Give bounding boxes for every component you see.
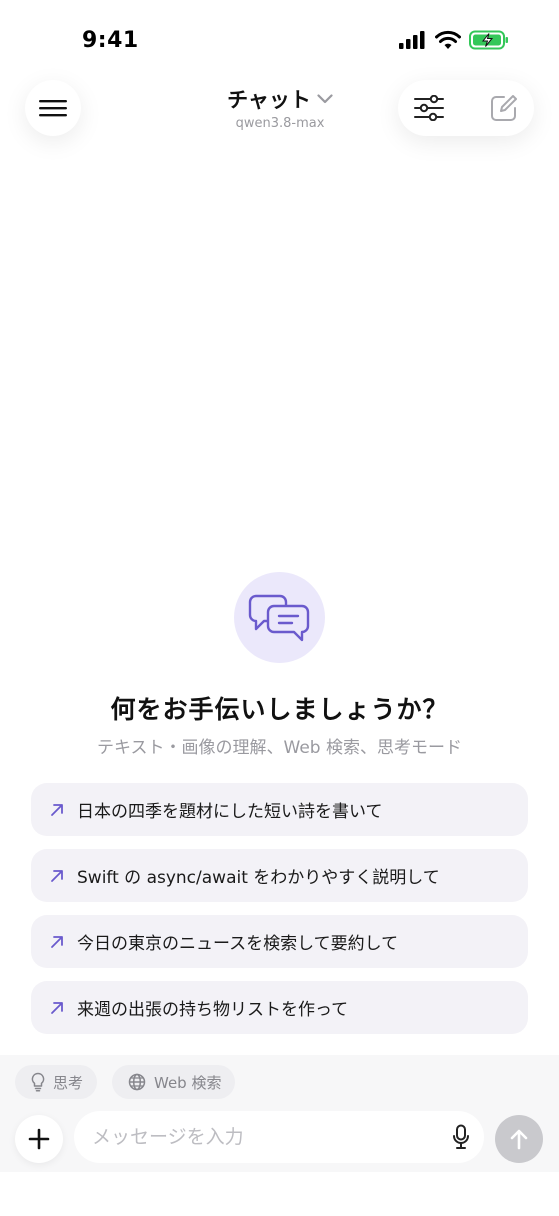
page-title: チャット — [227, 88, 311, 112]
settings-button[interactable] — [414, 95, 444, 121]
arrow-up-right-icon — [51, 935, 63, 948]
arrow-up-icon — [510, 1129, 528, 1150]
suggestion-chip[interactable]: 来週の出張の持ち物リストを作って — [31, 981, 528, 1034]
chat-bubbles-badge — [234, 572, 325, 663]
attach-button[interactable] — [15, 1115, 63, 1163]
chevron-down-icon — [317, 94, 333, 104]
wifi-icon — [435, 30, 461, 49]
model-selector[interactable]: チャット qwen3.8-max — [180, 84, 380, 131]
suggestion-label: 日本の四季を題材にした短い詩を書いて — [77, 802, 383, 822]
thinking-toggle-label: 思考 — [53, 1073, 84, 1092]
suggestion-label: 今日の東京のニュースを検索して要約して — [77, 934, 399, 954]
suggestion-chip[interactable]: 今日の東京のニュースを検索して要約して — [31, 915, 528, 968]
message-input[interactable] — [92, 1126, 452, 1148]
status-bar: 9:41 — [0, 0, 559, 80]
compose-icon — [491, 95, 517, 121]
arrow-up-right-icon — [51, 803, 63, 816]
microphone-icon — [453, 1124, 469, 1149]
model-name: qwen3.8-max — [235, 116, 325, 131]
suggestion-chip[interactable]: Swift の async/await をわかりやすく説明して — [31, 849, 528, 902]
suggestion-label: 来週の出張の持ち物リストを作って — [77, 1000, 349, 1020]
web-search-toggle-label: Web 検索 — [154, 1073, 222, 1092]
send-button[interactable] — [495, 1115, 543, 1163]
sliders-icon — [414, 95, 444, 121]
hamburger-menu-icon — [39, 100, 67, 117]
lightbulb-icon — [31, 1072, 45, 1092]
battery-icon — [469, 30, 508, 50]
suggestion-list: 日本の四季を題材にした短い詩を書いて Swift の async/await を… — [31, 783, 528, 1047]
voice-input-button[interactable] — [452, 1124, 470, 1150]
arrow-up-right-icon — [51, 869, 63, 882]
chat-bubbles-icon — [248, 594, 309, 641]
menu-button[interactable] — [25, 80, 81, 136]
signal-icon — [399, 31, 425, 49]
new-chat-button[interactable] — [490, 94, 518, 122]
header-title-row: チャット — [227, 84, 333, 114]
globe-icon — [128, 1073, 146, 1091]
header-actions — [398, 80, 534, 136]
composer: 思考 Web 検索 — [0, 1055, 559, 1172]
status-icons — [399, 30, 509, 50]
empty-state-subtitle: テキスト・画像の理解、Web 検索、思考モード — [97, 738, 462, 758]
plus-icon — [28, 1128, 50, 1150]
arrow-up-right-icon — [51, 1001, 63, 1014]
empty-state-title: 何をお手伝いしましょうか？ — [110, 695, 449, 724]
thinking-toggle[interactable]: 思考 — [15, 1065, 98, 1099]
status-time: 9:41 — [82, 28, 139, 53]
suggestion-label: Swift の async/await をわかりやすく説明して — [77, 868, 440, 888]
web-search-toggle[interactable]: Web 検索 — [112, 1065, 236, 1099]
suggestion-chip[interactable]: 日本の四季を題材にした短い詩を書いて — [31, 783, 528, 836]
message-input-box — [74, 1111, 484, 1163]
